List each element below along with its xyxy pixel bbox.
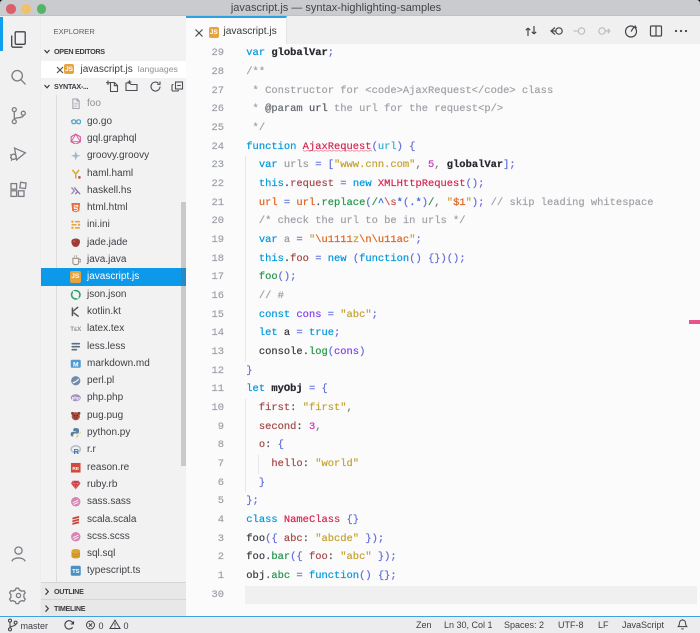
svg-text:TS: TS xyxy=(72,570,80,576)
svg-text:R: R xyxy=(73,447,79,455)
svg-text:TᴇX: TᴇX xyxy=(70,326,81,333)
svg-text:M: M xyxy=(72,361,78,368)
svg-text:RE: RE xyxy=(72,465,79,471)
svg-text:php: php xyxy=(71,396,79,401)
